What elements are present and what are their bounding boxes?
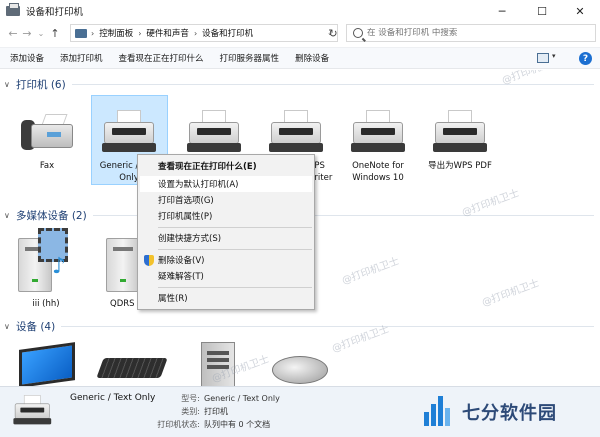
add-printer-button[interactable]: 添加打印机 — [54, 52, 109, 64]
media-device-iii[interactable]: ♪ iii (hh) — [8, 228, 84, 310]
device-monitor[interactable] — [10, 342, 86, 386]
recent-locations-button[interactable]: ⌄ — [34, 29, 48, 38]
detail-category: 类别: 打印机 — [150, 406, 228, 417]
menu-separator — [158, 227, 312, 228]
printer-icon — [100, 110, 158, 156]
back-button[interactable]: ← — [6, 27, 20, 40]
refresh-button[interactable]: ↻ — [324, 24, 342, 42]
printer-icon — [267, 110, 325, 156]
device-label: iii (hh) — [32, 299, 60, 309]
detail-key: 类别: — [181, 407, 200, 416]
device-label: Fax — [39, 161, 55, 171]
devices-group-label: 设备 (4) — [16, 320, 56, 333]
breadcrumb-devices-printers[interactable]: 设备和打印机 — [202, 27, 253, 39]
printer-wps-pdf[interactable]: 导出为WPS PDF — [422, 110, 498, 172]
search-box[interactable] — [346, 24, 596, 42]
watermark-text: @打印机卫士 — [340, 255, 401, 287]
detail-value: 打印机 — [204, 407, 228, 416]
detail-model: 型号: Generic / Text Only — [150, 393, 280, 404]
printer-3[interactable] — [176, 110, 252, 156]
keyboard-icon — [96, 342, 168, 386]
help-icon[interactable]: ? — [579, 52, 592, 65]
breadcrumb-separator: › — [138, 28, 142, 38]
search-input[interactable] — [367, 28, 587, 38]
detail-status: 打印机状态: 队列中有 0 个文档 — [150, 419, 270, 430]
print-server-properties-button[interactable]: 打印服务器属性 — [214, 52, 286, 64]
breadcrumb-separator: › — [91, 28, 95, 38]
printers-group-label: 打印机 (6) — [16, 78, 66, 91]
window-title: 设备和打印机 — [26, 7, 84, 18]
menu-printing-preferences[interactable]: 打印首选项(G) — [140, 192, 312, 208]
detail-value: 队列中有 0 个文档 — [204, 420, 271, 429]
device-label: OneNote for Windows 10 — [352, 161, 404, 183]
address-bar: ← → ⌄ ↑ › 控制面板 › 硬件和声音 › 设备和打印机 ⌄ ↻ — [0, 22, 600, 44]
collapse-chevron-icon[interactable]: ∨ — [4, 211, 14, 220]
media-server-icon: ♪ — [8, 228, 84, 294]
media-group-label: 多媒体设备 (2) — [16, 209, 87, 222]
printer-icon — [431, 110, 489, 156]
menu-remove-device[interactable]: 删除设备(V) — [140, 252, 312, 268]
address-field[interactable]: › 控制面板 › 硬件和声音 › 设备和打印机 ⌄ — [70, 24, 338, 42]
menu-troubleshoot[interactable]: 疑难解答(T) — [140, 268, 312, 284]
menu-properties[interactable]: 属性(R) — [140, 290, 312, 306]
add-device-button[interactable]: 添加设备 — [4, 52, 50, 64]
forward-button[interactable]: → — [20, 27, 34, 40]
printer-icon — [349, 110, 407, 156]
maximize-button[interactable]: ☐ — [522, 0, 562, 22]
menu-separator — [158, 287, 312, 288]
printer-app-icon — [6, 3, 20, 16]
menu-printer-properties[interactable]: 打印机属性(P) — [140, 208, 312, 224]
search-icon — [353, 28, 363, 38]
menu-create-shortcut[interactable]: 创建快捷方式(S) — [140, 230, 312, 246]
minimize-button[interactable]: ─ — [482, 0, 522, 22]
menu-separator — [158, 249, 312, 250]
control-panel-icon — [75, 28, 87, 38]
close-button[interactable]: ✕ — [560, 0, 600, 22]
see-whats-printing-button[interactable]: 查看现在正在打印什么 — [113, 52, 210, 64]
device-mouse[interactable] — [260, 342, 336, 386]
printer-fax[interactable]: Fax — [9, 110, 85, 172]
group-divider — [71, 83, 594, 85]
printer-icon — [185, 110, 243, 156]
breadcrumb-control-panel[interactable]: 控制面板 — [99, 27, 133, 39]
command-bar: 添加设备 添加打印机 查看现在正在打印什么 打印服务器属性 删除设备 ▾ ? — [0, 47, 600, 69]
group-divider — [61, 325, 594, 327]
remove-device-button[interactable]: 删除设备 — [289, 52, 335, 64]
view-dropdown-icon[interactable]: ▾ — [552, 52, 556, 60]
up-button[interactable]: ↑ — [48, 27, 62, 40]
collapse-chevron-icon[interactable]: ∨ — [4, 322, 14, 331]
breadcrumb-separator: › — [193, 28, 198, 38]
context-menu: 查看现在正在打印什么(E) 设置为默认打印机(A) 打印首选项(G) 打印机属性… — [137, 154, 315, 310]
watermark-text: @打印机卫士 — [480, 277, 541, 309]
view-options-icon[interactable] — [537, 53, 549, 63]
brand-watermark: 七分软件园 — [418, 390, 596, 434]
menu-see-whats-printing[interactable]: 查看现在正在打印什么(E) — [140, 158, 312, 174]
brand-text: 七分软件园 — [462, 403, 557, 424]
device-label: 导出为WPS PDF — [428, 161, 492, 171]
selected-device-name: Generic / Text Only — [70, 393, 156, 403]
breadcrumb-hardware-sound[interactable]: 硬件和声音 — [146, 27, 189, 39]
devices-group-header[interactable]: ∨ 设备 (4) — [0, 318, 600, 334]
device-keyboard[interactable] — [94, 342, 170, 386]
detail-value: Generic / Text Only — [204, 394, 280, 403]
printer-icon — [12, 395, 53, 427]
shield-icon — [144, 255, 154, 266]
detail-key: 打印机状态: — [157, 420, 200, 429]
menu-set-default-printer[interactable]: 设置为默认打印机(A) — [140, 176, 312, 192]
fax-icon — [17, 110, 77, 156]
brand-logo-icon — [418, 394, 454, 430]
printer-onenote[interactable]: OneNote for Windows 10 — [340, 110, 416, 184]
menu-item-label: 删除设备(V) — [158, 256, 205, 266]
title-bar: 设备和打印机 ─ ☐ ✕ — [0, 0, 600, 22]
detail-key: 型号: — [181, 394, 200, 403]
monitor-icon — [17, 342, 79, 386]
mouse-icon — [268, 342, 328, 386]
collapse-chevron-icon[interactable]: ∨ — [4, 80, 14, 89]
